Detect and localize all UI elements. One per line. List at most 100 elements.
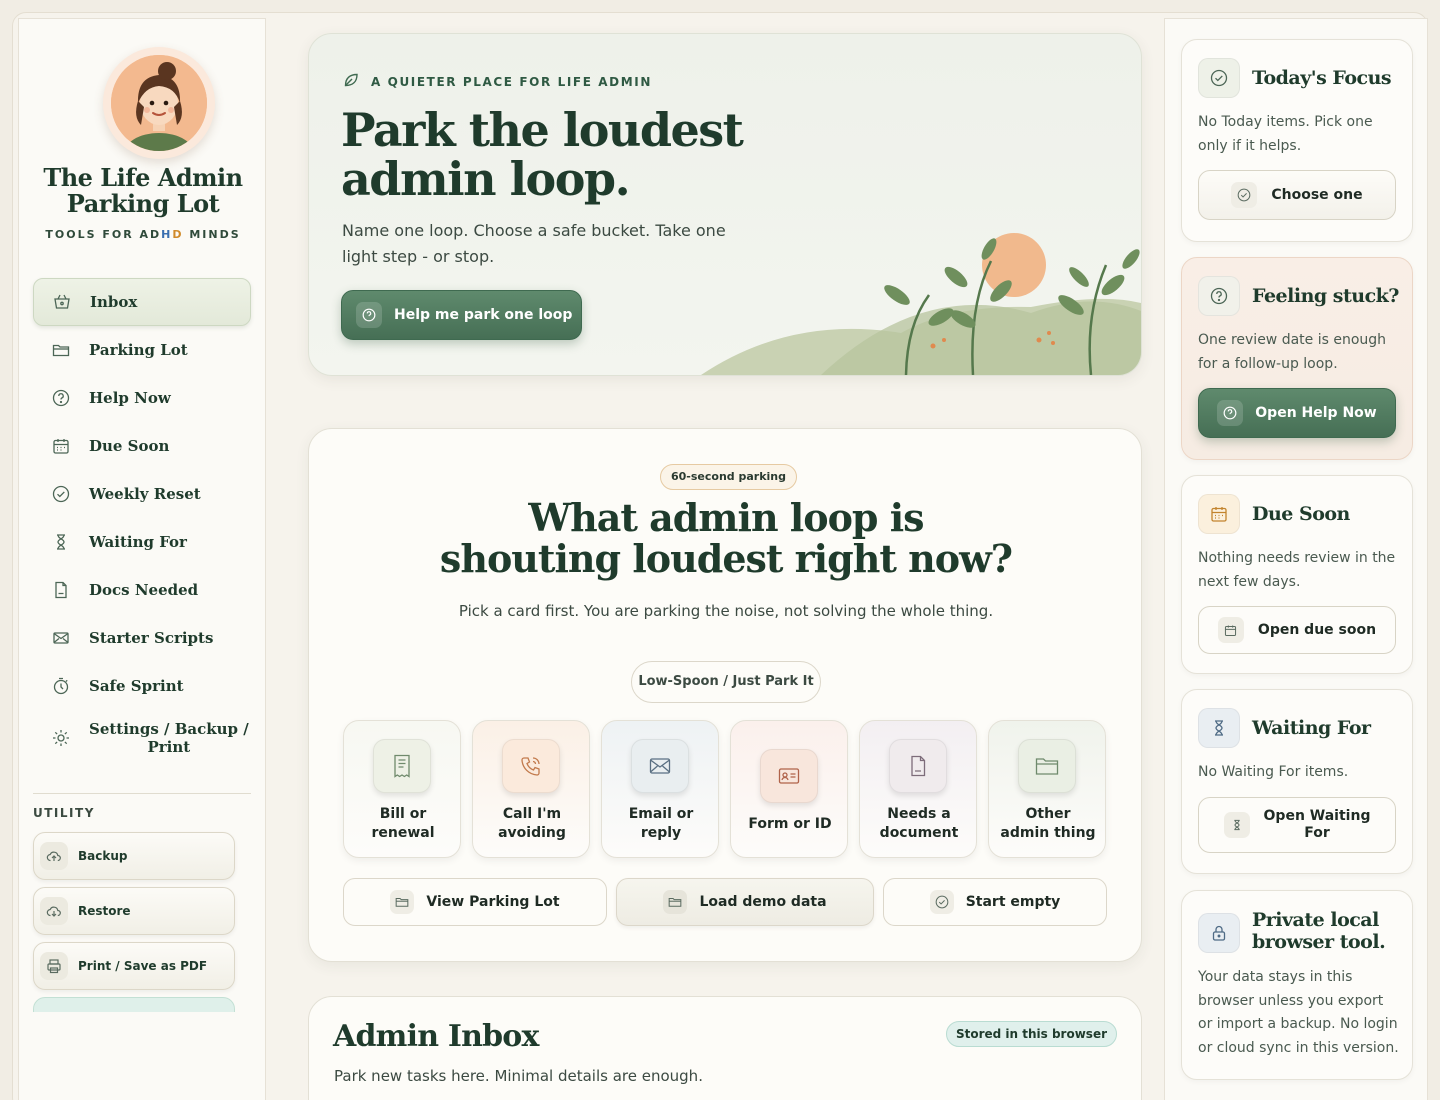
- right-rail: Today's Focus No Today items. Pick one o…: [1164, 18, 1428, 1100]
- sidebar-item-label: Safe Sprint: [89, 677, 184, 695]
- hero-title: Park the loudest admin loop.: [341, 103, 744, 206]
- tile-other-admin[interactable]: Other admin thing: [988, 720, 1106, 858]
- sidebar-item-label: Settings / Backup / Print: [89, 720, 249, 756]
- folder-icon: [51, 340, 71, 360]
- sidebar-item-weekly-reset[interactable]: Weekly Reset: [33, 470, 251, 518]
- card-body: Nothing needs review in the next few day…: [1198, 550, 1396, 590]
- card-title: Waiting For: [1252, 717, 1371, 739]
- sidebar-nav: Inbox Parking Lot Help Now Due Soon Week…: [33, 278, 251, 766]
- hourglass-icon: [51, 532, 71, 552]
- question-icon: [1198, 276, 1240, 316]
- print-button[interactable]: Print / Save as PDF: [33, 942, 235, 990]
- question-icon: [1217, 400, 1244, 426]
- hero-illustration: [701, 233, 1141, 375]
- brand-tagline: TOOLS FOR ADHD MINDS: [45, 228, 241, 241]
- envelope-icon: [631, 739, 689, 793]
- folder-icon: [663, 890, 688, 914]
- sidebar-divider: [33, 793, 251, 794]
- folder-icon: [390, 890, 415, 914]
- parking-title: What admin loop is shouting loudest righ…: [439, 495, 1013, 581]
- sidebar-item-label: Due Soon: [89, 437, 170, 455]
- timing-badge: 60-second parking: [660, 464, 798, 490]
- sidebar-item-label: Starter Scripts: [89, 629, 214, 647]
- parking-actions: View Parking Lot Load demo data Start em…: [343, 878, 1109, 926]
- sidebar: The Life Admin Parking Lot TOOLS FOR ADH…: [18, 18, 266, 1100]
- calendar-icon: [1217, 617, 1244, 643]
- card-body: Your data stays in this browser unless y…: [1198, 969, 1399, 1056]
- sidebar-item-safe-sprint[interactable]: Safe Sprint: [33, 662, 251, 710]
- sidebar-item-label: Inbox: [90, 293, 138, 311]
- sun-gear-icon: [51, 728, 71, 748]
- card-title: Feeling stuck?: [1252, 285, 1399, 307]
- category-tiles: Bill or renewal Call I'm avoiding Email or…: [343, 720, 1109, 858]
- tile-bill-renewal[interactable]: Bill or renewal: [343, 720, 461, 858]
- start-empty-button[interactable]: Start empty: [883, 878, 1107, 926]
- sidebar-item-waiting-for[interactable]: Waiting For: [33, 518, 251, 566]
- feeling-stuck-card: Feeling stuck? One review date is enough…: [1181, 257, 1413, 460]
- choose-one-button[interactable]: Choose one: [1198, 170, 1396, 220]
- todays-focus-card: Today's Focus No Today items. Pick one o…: [1181, 39, 1413, 242]
- view-parking-lot-button[interactable]: View Parking Lot: [343, 878, 607, 926]
- card-body: No Waiting For items.: [1198, 764, 1349, 780]
- tile-needs-document[interactable]: Needs a document: [859, 720, 977, 858]
- utility-heading: UTILITY: [33, 806, 95, 820]
- due-soon-card: Due Soon Nothing needs review in the nex…: [1181, 475, 1413, 674]
- sidebar-item-label: Weekly Reset: [89, 485, 201, 503]
- leaf-icon: [343, 72, 359, 91]
- hero-banner: A QUIETER PLACE FOR LIFE ADMIN Park the …: [308, 33, 1142, 376]
- hero-lead: Name one loop. Choose a safe bucket. Tak…: [342, 221, 726, 266]
- sidebar-item-docs-needed[interactable]: Docs Needed: [33, 566, 251, 614]
- privacy-card: Private local browser tool. Your data sta…: [1181, 890, 1413, 1080]
- tile-call-avoiding[interactable]: Call I'm avoiding: [472, 720, 590, 858]
- receipt-icon: [373, 739, 431, 793]
- printer-icon: [40, 952, 68, 980]
- backup-label: Backup: [78, 849, 128, 863]
- brand-title: The Life Admin Parking Lot: [43, 163, 243, 218]
- storage-badge: Stored in this browser: [945, 1021, 1117, 1047]
- utility-next-button[interactable]: [33, 997, 235, 1012]
- avatar: [103, 47, 215, 159]
- hero-eyebrow: A QUIETER PLACE FOR LIFE ADMIN: [343, 72, 652, 91]
- check-circle-icon: [1198, 58, 1240, 98]
- calendar-icon: [1198, 494, 1240, 534]
- card-title: Private local browser tool.: [1252, 909, 1386, 953]
- cloud-download-icon: [40, 897, 68, 925]
- card-title: Today's Focus: [1252, 67, 1392, 89]
- inbox-subtitle: Park new tasks here. Minimal details are…: [334, 1067, 703, 1085]
- open-due-soon-button[interactable]: Open due soon: [1198, 606, 1396, 654]
- document-icon: [889, 739, 947, 793]
- envelope-icon: [51, 628, 71, 648]
- sidebar-item-parking-lot[interactable]: Parking Lot: [33, 326, 251, 374]
- basket-icon: [52, 292, 72, 312]
- open-help-now-button[interactable]: Open Help Now: [1198, 388, 1396, 438]
- sidebar-item-settings[interactable]: Settings / Backup / Print: [33, 710, 251, 766]
- card-body: One review date is enough for a follow-u…: [1198, 332, 1387, 372]
- low-spoon-button[interactable]: Low-Spoon / Just Park It: [631, 661, 821, 703]
- sidebar-item-starter-scripts[interactable]: Starter Scripts: [33, 614, 251, 662]
- restore-button[interactable]: Restore: [33, 887, 235, 935]
- open-waiting-for-button[interactable]: Open Waiting For: [1198, 797, 1396, 853]
- restore-label: Restore: [78, 904, 131, 918]
- timer-icon: [51, 676, 71, 696]
- help-park-loop-button[interactable]: Help me park one loop: [341, 290, 582, 340]
- check-circle-icon: [1231, 182, 1258, 208]
- sidebar-item-help-now[interactable]: Help Now: [33, 374, 251, 422]
- backup-button[interactable]: Backup: [33, 832, 235, 880]
- load-demo-data-button[interactable]: Load demo data: [616, 878, 874, 926]
- cloud-upload-icon: [40, 842, 68, 870]
- question-icon: [51, 388, 71, 408]
- card-body: No Today items. Pick one only if it help…: [1198, 114, 1373, 154]
- phone-icon: [502, 739, 560, 793]
- lock-icon: [1198, 913, 1240, 953]
- parking-card: 60-second parking What admin loop is sho…: [308, 428, 1142, 962]
- sidebar-item-due-soon[interactable]: Due Soon: [33, 422, 251, 470]
- sidebar-item-label: Waiting For: [89, 533, 187, 551]
- tile-form-id[interactable]: Form or ID: [730, 720, 848, 858]
- tile-email-reply[interactable]: Email or reply: [601, 720, 719, 858]
- hourglass-icon: [1198, 708, 1240, 748]
- calendar-icon: [51, 436, 71, 456]
- sidebar-item-inbox[interactable]: Inbox: [33, 278, 251, 326]
- question-icon: [356, 302, 382, 328]
- check-circle-icon: [929, 890, 954, 914]
- hourglass-icon: [1223, 812, 1250, 838]
